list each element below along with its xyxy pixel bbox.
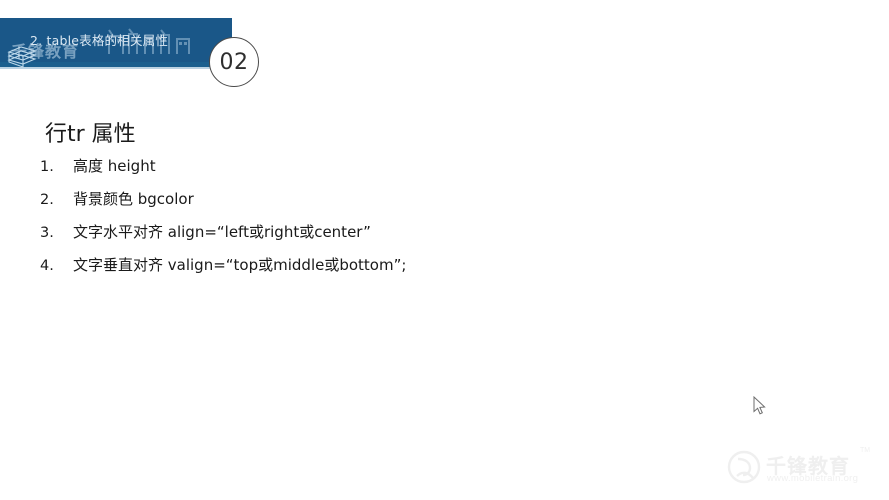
footer-url: www.mobiletrain.org: [767, 473, 859, 484]
list-item-number: 4.: [40, 258, 54, 274]
list-item: 3. 文字水平对齐 align=“left或right或center”: [40, 221, 800, 254]
qianfeng-logo-icon: [727, 450, 761, 484]
mouse-pointer-icon: [753, 396, 766, 415]
list-item-number: 1.: [40, 159, 54, 175]
slide-header: 2. table表格的相关属性 千锋教育 02: [0, 18, 260, 87]
step-number-text: 02: [219, 49, 249, 75]
list-item-label: 高度 height: [73, 157, 156, 175]
footer-trademark: TM: [860, 447, 871, 454]
list-item-label: 文字垂直对齐 valign=“top或middle或bottom”;: [73, 256, 407, 274]
list-item-number: 3.: [40, 225, 54, 241]
step-number-badge: 02: [209, 37, 259, 87]
attribute-list: 1. 高度 height 2. 背景颜色 bgcolor 3. 文字水平对齐 a…: [40, 155, 800, 287]
list-item: 4. 文字垂直对齐 valign=“top或middle或bottom”;: [40, 254, 800, 287]
page-title: 行tr 属性: [45, 122, 136, 147]
list-item-label: 文字水平对齐 align=“left或right或center”: [73, 223, 371, 241]
header-brand-watermark: 千锋教育: [11, 42, 80, 61]
list-item: 1. 高度 height: [40, 155, 800, 188]
list-item-label: 背景颜色 bgcolor: [73, 190, 194, 208]
footer-watermark: 千锋教育 TM www.mobiletrain.org: [726, 447, 876, 491]
list-item: 2. 背景颜色 bgcolor: [40, 188, 800, 221]
slide-canvas: 2. table表格的相关属性 千锋教育 02 行tr 属性 1. 高度 hei…: [0, 0, 889, 500]
list-item-number: 2.: [40, 192, 54, 208]
